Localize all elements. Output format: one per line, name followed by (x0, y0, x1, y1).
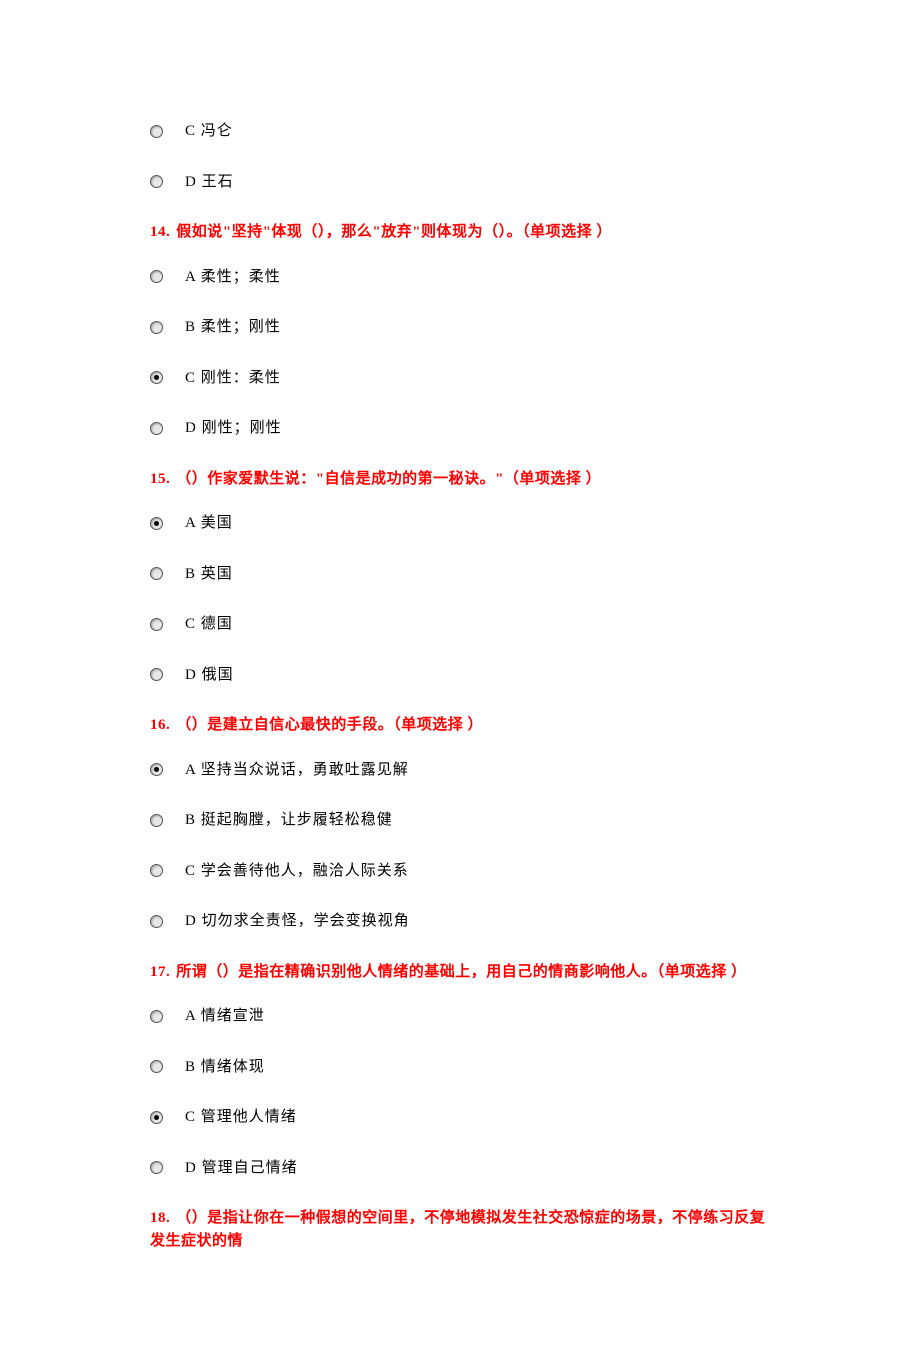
option-label: B 挺起胸膛，让步履轻松稳健 (185, 809, 393, 832)
radio-icon[interactable] (150, 1111, 163, 1124)
option-row[interactable]: C 冯仑 (150, 120, 770, 143)
radio-icon[interactable] (150, 517, 163, 530)
option-label: C 管理他人情绪 (185, 1106, 297, 1129)
option-row[interactable]: D 切勿求全责怪，学会变换视角 (150, 910, 770, 933)
radio-icon[interactable] (150, 915, 163, 928)
option-row[interactable]: B 英国 (150, 563, 770, 586)
radio-icon[interactable] (150, 125, 163, 138)
question-number: 18. (150, 1210, 170, 1226)
option-label: C 刚性：柔性 (185, 367, 281, 390)
question-number: 17. (150, 964, 170, 980)
question-body: （）是建立自信心最快的手段。（单项选择 ） (176, 717, 483, 733)
option-label: B 英国 (185, 563, 233, 586)
option-row[interactable]: A 情绪宣泄 (150, 1005, 770, 1028)
radio-icon[interactable] (150, 668, 163, 681)
question-body: 所谓（）是指在精确识别他人情绪的基础上，用自己的情商影响他人。（单项选择 ） (176, 964, 746, 980)
question-body: （）是指让你在一种假想的空间里，不停地模拟发生社交恐惊症的场景，不停练习反复发生… (150, 1210, 765, 1249)
radio-icon[interactable] (150, 1161, 163, 1174)
document-content: C 冯仑 D 王石 14. 假如说"坚持"体现（），那么"放弃"则体现为（）。（单项选… (150, 120, 770, 1252)
option-label: B 柔性；刚性 (185, 316, 281, 339)
option-row[interactable]: C 学会善待他人，融洽人际关系 (150, 860, 770, 883)
option-label: C 德国 (185, 613, 233, 636)
question-number: 16. (150, 717, 170, 733)
option-label: D 管理自己情绪 (185, 1157, 298, 1180)
option-row[interactable]: C 管理他人情绪 (150, 1106, 770, 1129)
option-label: D 切勿求全责怪，学会变换视角 (185, 910, 410, 933)
radio-icon[interactable] (150, 1010, 163, 1023)
radio-icon[interactable] (150, 763, 163, 776)
option-row[interactable]: D 俄国 (150, 664, 770, 687)
radio-icon[interactable] (150, 270, 163, 283)
question-body: （）作家爱默生说："自信是成功的第一秘诀。"（单项选择 ） (176, 471, 601, 487)
option-row[interactable]: B 挺起胸膛，让步履轻松稳健 (150, 809, 770, 832)
radio-icon[interactable] (150, 422, 163, 435)
option-label: D 王石 (185, 171, 234, 194)
option-row[interactable]: D 王石 (150, 171, 770, 194)
option-row[interactable]: A 美国 (150, 512, 770, 535)
question-text: 14. 假如说"坚持"体现（），那么"放弃"则体现为（）。（单项选择 ） (150, 221, 770, 244)
question-number: 14. (150, 224, 170, 240)
radio-icon[interactable] (150, 814, 163, 827)
option-row[interactable]: A 坚持当众说话，勇敢吐露见解 (150, 759, 770, 782)
radio-icon[interactable] (150, 618, 163, 631)
option-label: A 情绪宣泄 (185, 1005, 265, 1028)
option-label: D 刚性；刚性 (185, 417, 282, 440)
option-label: D 俄国 (185, 664, 234, 687)
option-label: A 柔性；柔性 (185, 266, 281, 289)
option-label: C 学会善待他人，融洽人际关系 (185, 860, 409, 883)
option-label: C 冯仑 (185, 120, 233, 143)
question-body: 假如说"坚持"体现（），那么"放弃"则体现为（）。（单项选择 ） (176, 224, 612, 240)
question-text: 18.（）是指让你在一种假想的空间里，不停地模拟发生社交恐惊症的场景，不停练习反… (150, 1207, 770, 1252)
question-text: 16. （）是建立自信心最快的手段。（单项选择 ） (150, 714, 770, 737)
radio-icon[interactable] (150, 864, 163, 877)
radio-icon[interactable] (150, 371, 163, 384)
option-row[interactable]: D 管理自己情绪 (150, 1157, 770, 1180)
option-row[interactable]: C 德国 (150, 613, 770, 636)
radio-icon[interactable] (150, 175, 163, 188)
option-row[interactable]: B 柔性；刚性 (150, 316, 770, 339)
radio-icon[interactable] (150, 567, 163, 580)
option-row[interactable]: C 刚性：柔性 (150, 367, 770, 390)
option-row[interactable]: B 情绪体现 (150, 1056, 770, 1079)
question-text: 15. （）作家爱默生说："自信是成功的第一秘诀。"（单项选择 ） (150, 468, 770, 491)
option-row[interactable]: D 刚性；刚性 (150, 417, 770, 440)
option-label: B 情绪体现 (185, 1056, 265, 1079)
option-label: A 美国 (185, 512, 233, 535)
radio-icon[interactable] (150, 321, 163, 334)
option-label: A 坚持当众说话，勇敢吐露见解 (185, 759, 409, 782)
option-row[interactable]: A 柔性；柔性 (150, 266, 770, 289)
question-number: 15. (150, 471, 170, 487)
radio-icon[interactable] (150, 1060, 163, 1073)
question-text: 17. 所谓（）是指在精确识别他人情绪的基础上，用自己的情商影响他人。（单项选择 … (150, 961, 770, 984)
